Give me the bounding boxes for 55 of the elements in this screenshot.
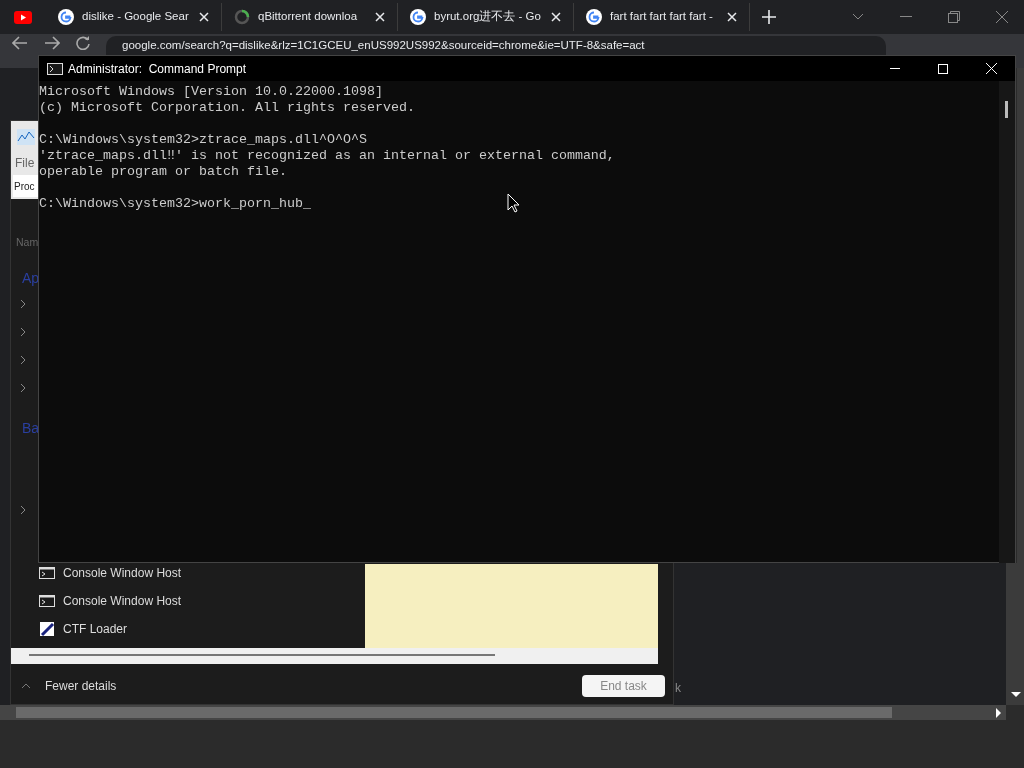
fewer-details-link[interactable]: Fewer details — [45, 677, 117, 695]
console-line: 'ztrace_maps.dll‼' is not recognized as an internal or external command, — [39, 148, 615, 164]
console-icon — [47, 62, 63, 75]
tab-title: dislike - Google Sear — [82, 9, 190, 25]
g-logo-icon — [410, 9, 426, 25]
chevron-right-icon[interactable] — [20, 355, 26, 365]
console-line: operable program or batch file. — [39, 164, 287, 180]
forward-arrow-icon[interactable] — [44, 36, 60, 50]
tab-title: fart fart fart fart fart - — [610, 9, 714, 25]
back-arrow-icon[interactable] — [12, 36, 28, 50]
group-heading: Ba — [22, 419, 40, 438]
partial-label: k — [675, 680, 681, 697]
console-line: C:\Windows\system32>work_porn_hub_ — [39, 196, 311, 212]
chevron-right-icon[interactable] — [20, 327, 26, 337]
scroll-right-icon[interactable] — [996, 708, 1001, 718]
console-line: (c) Microsoft Corporation. All rights reserved. — [39, 100, 415, 116]
maximize-icon[interactable] — [938, 63, 948, 74]
process-name[interactable]: Console Window Host — [63, 564, 182, 582]
browser-tab[interactable]: dislike - Google Sear — [46, 3, 222, 31]
chevron-right-icon[interactable] — [20, 299, 26, 309]
restore-icon[interactable] — [948, 11, 960, 23]
scroll-down-icon[interactable] — [1011, 692, 1021, 697]
process-name[interactable]: CTF Loader — [63, 620, 128, 638]
console-icon — [39, 567, 55, 579]
chevron-right-icon[interactable] — [20, 383, 26, 393]
chevron-right-icon[interactable] — [20, 505, 26, 515]
browser-tab[interactable]: fart fart fart fart fart - — [574, 3, 750, 31]
tab-title: qBittorrent downloa — [258, 9, 359, 25]
menu-item[interactable]: File — [15, 154, 35, 172]
pen-paper-icon — [39, 621, 55, 637]
console-line: Microsoft Windows [Version 10.0.22000.1098] — [39, 84, 383, 100]
spinner-icon — [234, 9, 250, 25]
browser-tab[interactable]: byrut.org进不去 - Go — [398, 3, 574, 31]
chevron-up-icon[interactable] — [21, 683, 31, 689]
minimize-icon[interactable] — [890, 67, 900, 70]
scrollbar-thumb[interactable] — [29, 654, 495, 656]
plus-icon[interactable] — [762, 10, 776, 24]
address-bar[interactable]: google.com/search?q=dislike&rlz=1C1GCEU_enUS992US992&sourceid=chrome&ie=UTF-8&safe=act — [106, 36, 886, 55]
tab[interactable]: Proc — [13, 175, 39, 197]
g-logo-icon — [58, 9, 74, 25]
chart-icon — [17, 129, 35, 145]
window-title: Administrator: Command Prompt — [68, 60, 247, 78]
process-name[interactable]: Console Window Host — [63, 592, 182, 610]
scrollbar-thumb[interactable] — [1005, 101, 1008, 118]
g-logo-icon — [586, 9, 602, 25]
chevron-down-icon[interactable] — [852, 13, 864, 21]
console-line: C:\Windows\system32>ztrace_maps.dll^O^O^S — [39, 132, 367, 148]
reload-icon[interactable] — [76, 36, 90, 50]
mouse-pointer-icon — [507, 193, 520, 213]
tab-title: byrut.org进不去 - Go — [434, 9, 542, 25]
browser-tab[interactable]: qBittorrent downloa — [222, 3, 398, 31]
console-icon — [39, 595, 55, 607]
group-heading: Ap — [22, 269, 40, 288]
scrollbar-thumb[interactable] — [16, 707, 892, 718]
play-logo-icon — [14, 10, 32, 24]
